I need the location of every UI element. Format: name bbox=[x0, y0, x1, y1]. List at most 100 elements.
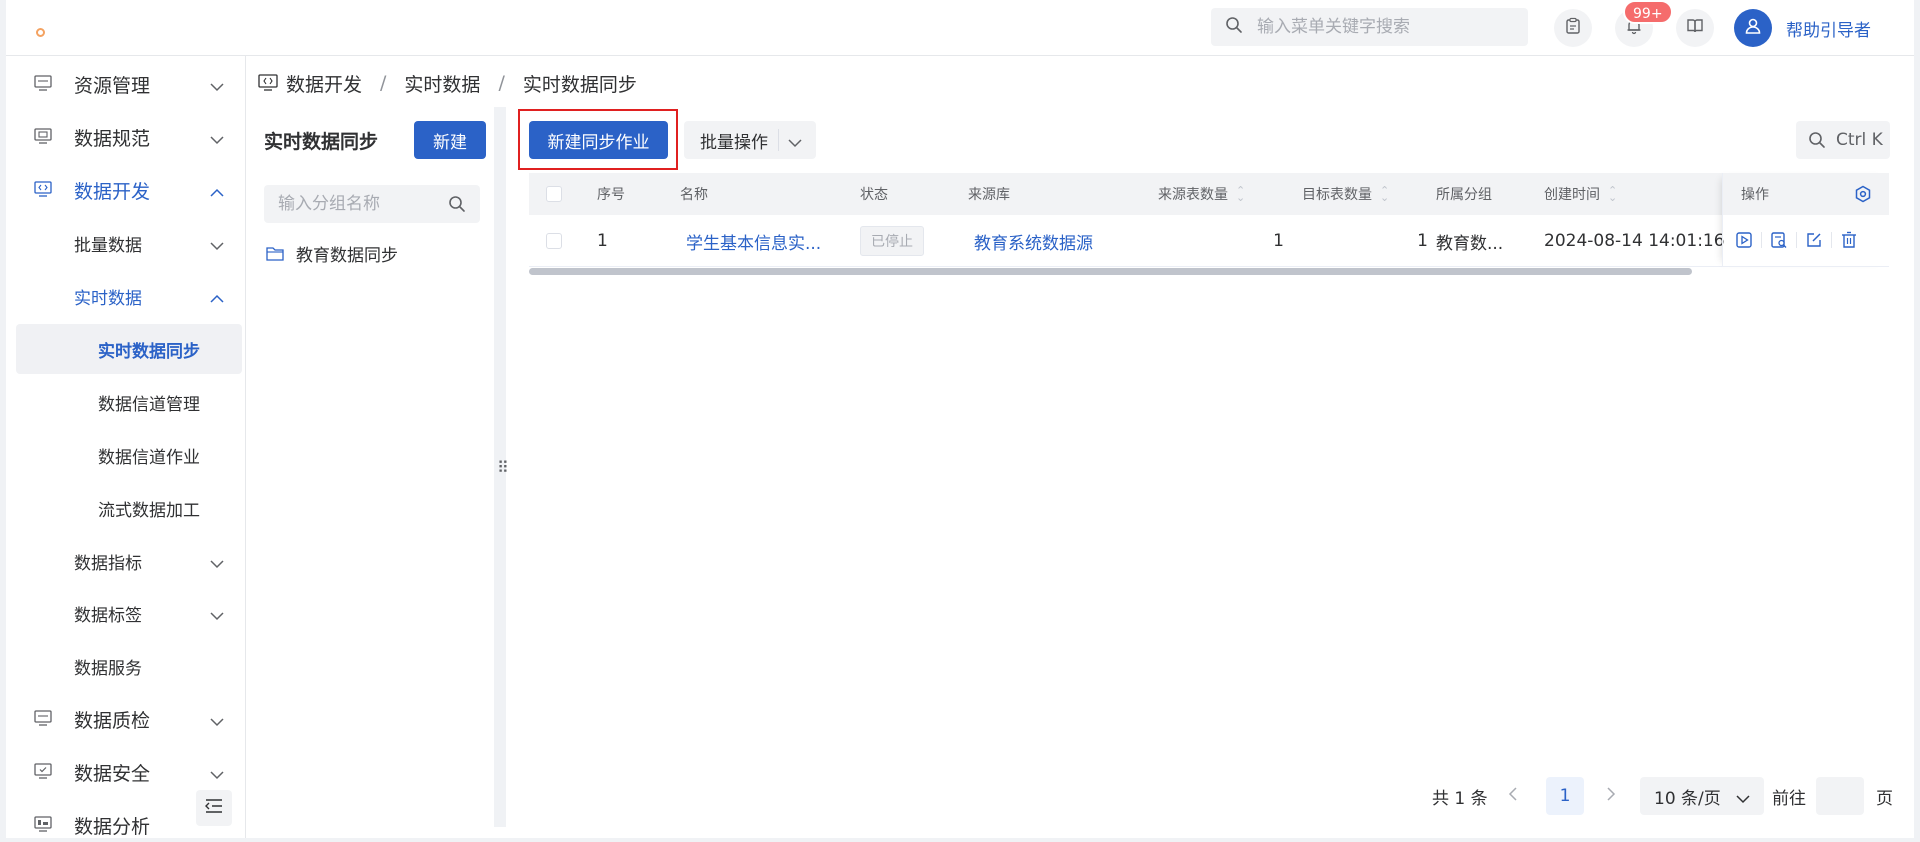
sidebar-item-label: 数据信道管理 bbox=[98, 394, 200, 415]
sidebar-item-realtime-sync[interactable]: 实时数据同步 bbox=[16, 324, 242, 374]
sort-icon[interactable]: ⌃ ⌄ bbox=[1380, 185, 1389, 203]
goto-label: 前往 bbox=[1772, 788, 1806, 809]
sidebar-item-label: 数据规范 bbox=[74, 127, 151, 150]
edit-icon[interactable] bbox=[1802, 228, 1826, 252]
cell-seq: 1 bbox=[597, 231, 608, 251]
chevron-down-icon[interactable] bbox=[788, 133, 802, 153]
delete-icon[interactable] bbox=[1837, 228, 1861, 252]
chevron-up-icon bbox=[210, 289, 224, 308]
search-icon[interactable] bbox=[448, 195, 466, 217]
new-group-button[interactable]: 新建 bbox=[414, 121, 486, 159]
chart-monitor-icon bbox=[34, 816, 52, 836]
action-divider bbox=[1796, 232, 1797, 248]
fixed-ops-column bbox=[1722, 173, 1889, 267]
code-monitor-icon bbox=[258, 74, 278, 92]
sidebar-item-data-services[interactable]: 数据服务 bbox=[16, 641, 242, 691]
notification-badge: 99+ bbox=[1623, 0, 1673, 24]
folder-icon bbox=[266, 246, 284, 261]
sidebar-item-batch-data[interactable]: 批量数据 bbox=[16, 218, 242, 268]
status-badge: 已停止 bbox=[860, 226, 924, 256]
sidebar-nav: 资源管理 数据规范 数据开发 批量数据 实时数据 实时数据同步 数据信道管理 数… bbox=[6, 56, 246, 838]
pagination-total: 共 1 条 bbox=[1432, 788, 1488, 809]
select-all-checkbox[interactable] bbox=[546, 173, 562, 215]
sidebar-item-label: 数据开发 bbox=[74, 180, 151, 203]
sidebar-item-channel-management[interactable]: 数据信道管理 bbox=[16, 377, 242, 427]
column-header-created: 创建时间 bbox=[1544, 187, 1600, 203]
chevron-down-icon bbox=[210, 130, 224, 149]
prev-page-button[interactable] bbox=[1508, 777, 1518, 815]
monitor-icon bbox=[34, 75, 52, 95]
sidebar-collapse-button[interactable] bbox=[196, 790, 232, 826]
row-actions bbox=[1732, 228, 1861, 252]
cell-status: 已停止 bbox=[860, 215, 924, 267]
user-avatar[interactable] bbox=[1734, 9, 1772, 47]
page-number-current[interactable]: 1 bbox=[1546, 777, 1584, 815]
run-icon[interactable] bbox=[1732, 228, 1756, 252]
group-search-box[interactable] bbox=[264, 185, 480, 223]
batch-operations-button[interactable]: 批量操作 bbox=[684, 121, 816, 159]
cell-name-link[interactable]: 学生基本信息实... bbox=[686, 215, 821, 267]
action-divider bbox=[1761, 232, 1762, 248]
group-search-input[interactable] bbox=[278, 194, 438, 214]
sidebar-item-label: 实时数据 bbox=[74, 288, 142, 309]
column-header-name: 名称 bbox=[680, 187, 708, 203]
column-header-created-wrap[interactable]: 创建时间 ⌃ ⌄ bbox=[1544, 173, 1617, 215]
breadcrumb-item-realtime-data[interactable]: 实时数据 bbox=[404, 70, 480, 97]
top-header: 99+ 帮助引导者 bbox=[6, 0, 1914, 56]
sort-icon[interactable]: ⌃ ⌄ bbox=[1236, 185, 1245, 203]
chevron-down-icon bbox=[1736, 789, 1750, 809]
cell-source-db-link[interactable]: 教育系统数据源 bbox=[974, 215, 1093, 267]
search-icon bbox=[1808, 131, 1826, 149]
highlight-box bbox=[518, 109, 678, 170]
chevron-down-icon bbox=[210, 236, 224, 255]
page-suffix-label: 页 bbox=[1876, 788, 1893, 809]
sidebar-item-resource-management[interactable]: 资源管理 bbox=[16, 59, 242, 109]
menu-search-box[interactable] bbox=[1211, 8, 1528, 46]
button-divider bbox=[778, 129, 779, 151]
collapse-menu-icon bbox=[205, 798, 223, 818]
next-page-button[interactable] bbox=[1606, 777, 1616, 815]
sidebar-item-label: 数据安全 bbox=[74, 762, 151, 785]
table-row: 1 学生基本信息实... 已停止 教育系统数据源 1 1 教育数... 2024… bbox=[529, 215, 1889, 267]
table-header: 序号 名称 状态 来源库 来源表数量 ⌃ ⌄ 目标表数量 ⌃ ⌄ 所属分组 创建时间… bbox=[529, 173, 1889, 215]
row-checkbox[interactable] bbox=[546, 215, 562, 267]
sidebar-item-realtime-data[interactable]: 实时数据 bbox=[16, 271, 242, 321]
search-icon bbox=[1225, 16, 1243, 38]
column-header-source-count-wrap[interactable]: 来源表数量 ⌃ ⌄ bbox=[1158, 173, 1245, 215]
view-details-icon[interactable] bbox=[1767, 228, 1791, 252]
sidebar-item-data-metrics[interactable]: 数据指标 bbox=[16, 536, 242, 586]
sidebar-item-data-standards[interactable]: 数据规范 bbox=[16, 112, 242, 162]
page-size-select[interactable]: 10 条/页 bbox=[1640, 777, 1764, 815]
sidebar-item-label: 批量数据 bbox=[74, 235, 142, 256]
chevron-down-icon bbox=[210, 765, 224, 784]
clipboard-icon bbox=[1564, 17, 1582, 39]
sort-icon[interactable]: ⌃ ⌄ bbox=[1608, 185, 1617, 203]
chevron-left-icon bbox=[1508, 786, 1518, 806]
table-search-button[interactable]: Ctrl K bbox=[1796, 121, 1890, 159]
breadcrumb-separator: / bbox=[498, 72, 505, 94]
sidebar-item-data-quality[interactable]: 数据质检 bbox=[16, 694, 242, 744]
docs-button[interactable] bbox=[1676, 9, 1714, 47]
chevron-down-icon bbox=[210, 77, 224, 96]
username-link[interactable]: 帮助引导者 bbox=[1786, 16, 1871, 41]
menu-search-input[interactable] bbox=[1257, 17, 1507, 37]
breadcrumb-item-data-development[interactable]: 数据开发 bbox=[286, 70, 362, 97]
user-icon bbox=[1743, 16, 1763, 40]
sidebar-item-stream-processing[interactable]: 流式数据加工 bbox=[16, 483, 242, 533]
clipboard-button[interactable] bbox=[1554, 9, 1592, 47]
cell-created: 2024-08-14 14:01:16 bbox=[1544, 231, 1725, 251]
sidebar-item-data-development[interactable]: 数据开发 bbox=[16, 165, 242, 215]
sidebar-item-label: 实时数据同步 bbox=[98, 341, 200, 362]
cell-group: 教育数... bbox=[1436, 233, 1504, 254]
cell-source-count: 1 bbox=[1273, 231, 1284, 251]
sidebar-item-data-tags[interactable]: 数据标签 bbox=[16, 588, 242, 638]
group-tree-node[interactable]: 教育数据同步 bbox=[266, 241, 398, 266]
batch-operations-label: 批量操作 bbox=[700, 132, 768, 153]
chevron-down-icon bbox=[210, 712, 224, 731]
sidebar-item-channel-jobs[interactable]: 数据信道作业 bbox=[16, 430, 242, 480]
column-header-target-count-wrap[interactable]: 目标表数量 ⌃ ⌄ bbox=[1302, 173, 1389, 215]
goto-page-input[interactable] bbox=[1816, 777, 1864, 815]
table-horizontal-scrollbar[interactable] bbox=[529, 268, 1692, 275]
chevron-down-icon bbox=[210, 606, 224, 625]
drag-handle-icon[interactable]: ⠿ bbox=[497, 458, 509, 477]
